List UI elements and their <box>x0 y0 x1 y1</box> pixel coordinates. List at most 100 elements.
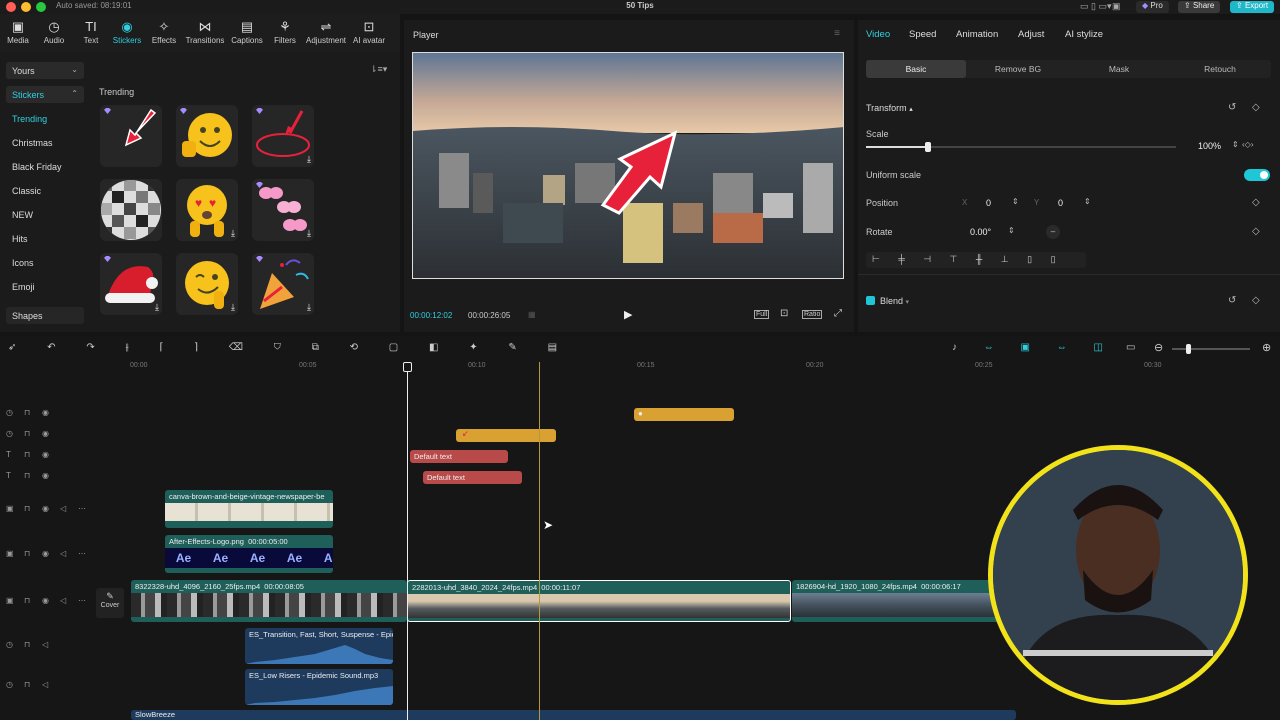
sidebar-item-icons[interactable]: Icons <box>12 258 34 268</box>
eye-icon[interactable]: ◉ <box>42 408 49 417</box>
yours-dropdown[interactable]: Yours ⌄ <box>6 62 84 79</box>
subtab-basic[interactable]: Basic <box>866 60 966 78</box>
sort-icon[interactable]: ⇂≡▾ <box>370 64 387 75</box>
align-buttons[interactable]: ⊢ ╪ ⊣ ⊤ ╫ ⊥ ▯ ▯ <box>866 252 1086 268</box>
stepper-icon[interactable]: ⇕ <box>1008 226 1015 235</box>
video-clip-selected[interactable]: 2282013-uhd_3840_2024_24fps.mp4 00:00:11… <box>407 580 791 622</box>
sticker-butterflies[interactable]: ⤓ <box>252 179 314 241</box>
track-type-icon[interactable]: T <box>6 450 11 459</box>
lock-icon[interactable]: ⊓ <box>24 504 30 513</box>
track-type-icon[interactable]: ◷ <box>6 640 13 649</box>
mute-icon[interactable]: ◁ <box>60 549 66 558</box>
lock-icon[interactable]: ⊓ <box>24 549 30 558</box>
eye-icon[interactable]: ◉ <box>42 504 49 513</box>
sticker-clip[interactable]: ● <box>634 408 734 421</box>
stepper-icon[interactable]: ⇕ <box>1012 197 1019 206</box>
audio-clip[interactable]: ES_Transition, Fast, Short, Suspense - E… <box>245 628 393 664</box>
shapes-category[interactable]: Shapes <box>6 307 84 324</box>
subtab-remove-bg[interactable]: Remove BG <box>968 60 1068 78</box>
more-icon[interactable]: ⋯ <box>78 596 86 605</box>
eye-icon[interactable]: ◉ <box>42 450 49 459</box>
timecode-grid-icon[interactable]: ▦ <box>528 310 536 319</box>
share-button[interactable]: ⇪ Share <box>1178 1 1221 13</box>
sticker-party-popper[interactable]: ⤓ <box>252 253 314 315</box>
menu-icon[interactable]: ≡ <box>834 28 840 39</box>
ratio-button[interactable]: Ratio <box>802 310 823 319</box>
sidebar-item-classic[interactable]: Classic <box>12 186 41 196</box>
fullscreen-icon[interactable]: ⤢ <box>834 308 842 319</box>
eye-icon[interactable]: ◉ <box>42 429 49 438</box>
reset-icon[interactable]: ↺ <box>1228 295 1236 306</box>
text-clip[interactable]: Default text <box>423 471 522 484</box>
sticker-red-arrow[interactable] <box>100 105 162 167</box>
caption-icon[interactable]: ▭ <box>1126 342 1135 353</box>
keyframe-icon[interactable]: ◇ <box>1252 102 1260 113</box>
toolbar-adjustment[interactable]: ⇌ Adjustment <box>304 20 348 46</box>
download-icon[interactable]: ⤓ <box>307 302 311 313</box>
sticker-santa-hat[interactable]: ⤓ <box>100 253 162 315</box>
track-type-icon[interactable]: ◷ <box>6 429 13 438</box>
lock-icon[interactable]: ⊓ <box>24 640 30 649</box>
keyframe-icon[interactable]: ◇ <box>1252 295 1260 306</box>
sticker-pixel-ball[interactable] <box>100 179 162 241</box>
audio-clip[interactable]: ES_Low Risers - Epidemic Sound.mp3 <box>245 669 393 705</box>
tab-ai-stylize[interactable]: AI stylize <box>1065 29 1103 40</box>
sidebar-item-hits[interactable]: Hits <box>12 234 28 244</box>
keyframe-icon[interactable]: ◇ <box>1252 226 1260 237</box>
sticker-heart-eyes[interactable]: ♥ ♥ ⤓ <box>176 179 238 241</box>
snapshot-icon[interactable]: ⊡ <box>780 308 788 319</box>
track-type-icon[interactable]: ▣ <box>6 596 14 605</box>
playhead-handle[interactable] <box>403 362 412 372</box>
zoom-in-icon[interactable]: ⊕ <box>1262 341 1271 354</box>
edit-tools[interactable]: ➶ ↶ ↷ ⫲ ⌈ ⌉ ⌫ ⛉ ⧉ ⟲ ▢ ◧ ✦ ✎ ▤ <box>8 342 571 353</box>
mute-icon[interactable]: ◁ <box>60 596 66 605</box>
sticker-wink-emoji[interactable]: ⤓ <box>176 253 238 315</box>
sidebar-item-black-friday[interactable]: Black Friday <box>12 162 62 172</box>
full-button[interactable]: Full <box>754 310 770 319</box>
sidebar-item-trending[interactable]: Trending <box>12 114 47 124</box>
more-icon[interactable]: ⋯ <box>78 504 86 513</box>
uniform-scale-toggle[interactable] <box>1244 169 1270 181</box>
audio-clip-background[interactable]: SlowBreeze <box>131 710 1016 720</box>
message-icon[interactable]: ▣ <box>1112 1 1121 12</box>
download-icon[interactable]: ⤓ <box>307 154 311 165</box>
eye-icon[interactable]: ◉ <box>42 549 49 558</box>
lock-icon[interactable]: ⊓ <box>24 408 30 417</box>
lock-icon[interactable]: ⊓ <box>24 429 30 438</box>
track-type-icon[interactable]: ◷ <box>6 408 13 417</box>
reset-icon[interactable]: ↺ <box>1228 102 1236 113</box>
stepper-icon[interactable]: ⇕ <box>1084 197 1091 206</box>
time-ruler[interactable]: 00:00 00:05 00:10 00:15 00:20 00:25 00:30 <box>130 362 1280 376</box>
video-clip[interactable]: 1826904-hd_1920_1080_24fps.mp4 00:00:06:… <box>792 580 1002 622</box>
export-button[interactable]: ⇪ Export <box>1230 1 1275 13</box>
toolbar-effects[interactable]: ✧ Effects <box>142 20 186 46</box>
tab-speed[interactable]: Speed <box>909 29 936 40</box>
snap-tools[interactable]: ♪ ⇔ ▣ ⇔ ◫ <box>952 342 1115 353</box>
eye-icon[interactable]: ◉ <box>42 596 49 605</box>
subtab-retouch[interactable]: Retouch <box>1170 60 1270 78</box>
zoom-slider-handle[interactable] <box>1186 344 1191 354</box>
rotate-dial-icon[interactable]: – <box>1046 225 1060 239</box>
tab-adjust[interactable]: Adjust <box>1018 29 1044 40</box>
sticker-thumbs-emoji[interactable] <box>176 105 238 167</box>
layout-icon[interactable]: ▭ ▯ ▭▾ <box>1080 1 1111 12</box>
toolbar-filters[interactable]: ⚘ Filters <box>263 20 307 46</box>
pos-x-input[interactable]: 0 <box>986 198 991 208</box>
download-icon[interactable]: ⤓ <box>155 302 159 313</box>
mute-icon[interactable]: ◁ <box>60 504 66 513</box>
stickers-category[interactable]: Stickers ⌃ <box>6 86 84 103</box>
zoom-out-icon[interactable]: ⊖ <box>1154 341 1163 354</box>
lock-icon[interactable]: ⊓ <box>24 450 30 459</box>
video-preview[interactable] <box>412 52 844 279</box>
toolbar-transitions[interactable]: ⋈ Transitions <box>183 20 227 46</box>
sidebar-item-emoji[interactable]: Emoji <box>12 282 35 292</box>
image-clip-newspaper[interactable]: canva-brown-and-beige-vintage-newspaper-… <box>165 490 333 528</box>
pro-button[interactable]: ◆ Pro <box>1136 1 1169 13</box>
transform-header[interactable]: Transform ▴ <box>866 103 913 113</box>
playhead[interactable] <box>407 362 408 720</box>
download-icon[interactable]: ⤓ <box>231 302 235 313</box>
tab-animation[interactable]: Animation <box>956 29 998 40</box>
scale-value[interactable]: 100% <box>1198 141 1221 151</box>
image-clip-ae-logo[interactable]: After-Effects-Logo.png 00:00:05:00 Ae Ae A… <box>165 535 333 573</box>
zoom-slider[interactable] <box>1172 348 1250 350</box>
